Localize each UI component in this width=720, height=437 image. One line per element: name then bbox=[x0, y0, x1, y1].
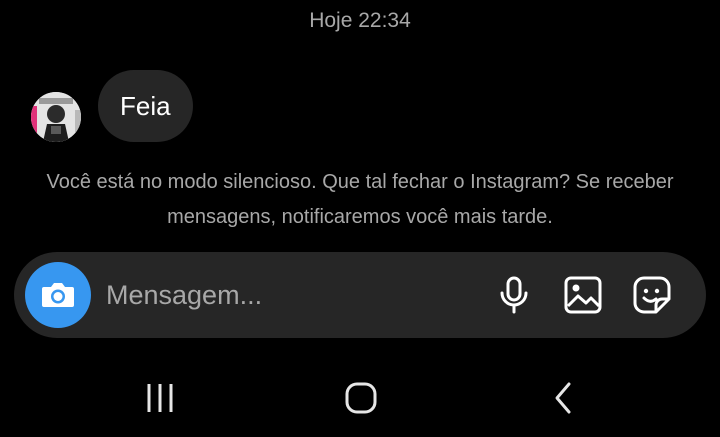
recent-apps-icon bbox=[147, 383, 173, 412]
back-icon bbox=[555, 382, 571, 413]
message-timestamp: Hoje 22:34 bbox=[309, 9, 411, 32]
camera-icon bbox=[42, 283, 74, 307]
message-text: Feia bbox=[120, 90, 171, 121]
camera-button[interactable] bbox=[25, 262, 91, 328]
back-button[interactable] bbox=[538, 375, 588, 420]
gallery-icon bbox=[564, 276, 602, 314]
gallery-button[interactable] bbox=[563, 275, 603, 315]
system-navigation-bar bbox=[0, 370, 720, 425]
home-icon bbox=[345, 382, 377, 413]
received-message-bubble[interactable]: Feia bbox=[98, 70, 193, 142]
quiet-mode-notice: Você está no modo silencioso. Que tal fe… bbox=[46, 171, 674, 228]
sender-avatar[interactable] bbox=[31, 92, 81, 142]
sticker-icon bbox=[633, 276, 671, 314]
message-composer bbox=[14, 252, 706, 338]
avatar-image bbox=[31, 92, 81, 142]
direct-message-screen: Hoje 22:34 Feia Você está no modo silenc… bbox=[0, 0, 720, 437]
voice-message-button[interactable] bbox=[494, 275, 534, 315]
sticker-button[interactable] bbox=[632, 275, 672, 315]
home-button[interactable] bbox=[336, 375, 386, 420]
recent-apps-button[interactable] bbox=[135, 375, 185, 420]
microphone-icon bbox=[500, 276, 528, 314]
message-input[interactable] bbox=[106, 274, 466, 316]
